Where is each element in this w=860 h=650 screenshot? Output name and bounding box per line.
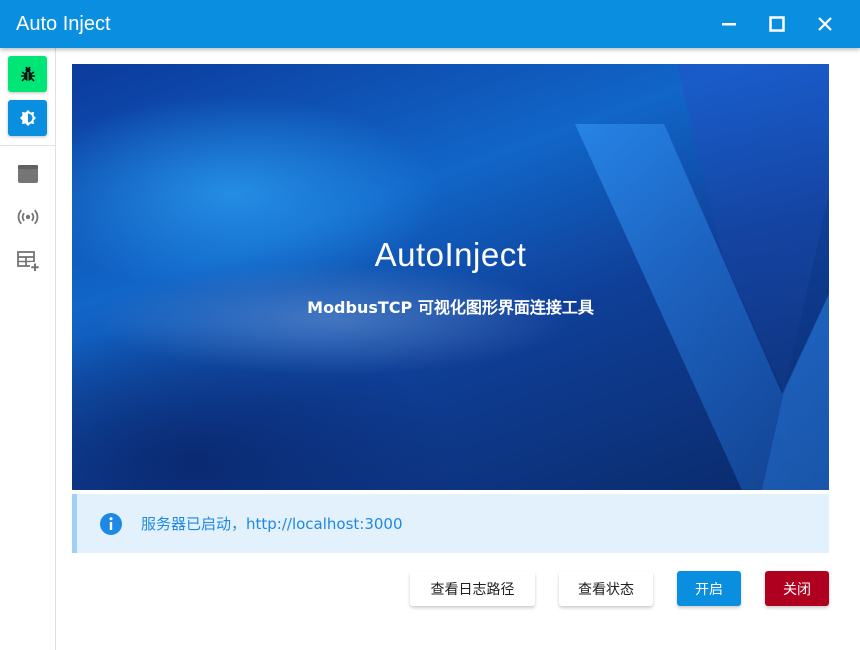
broadcast-icon	[17, 209, 39, 225]
maximize-button[interactable]	[761, 8, 793, 40]
minimize-button[interactable]	[713, 8, 745, 40]
close-button[interactable]	[809, 8, 841, 40]
minimize-icon	[722, 23, 736, 26]
window-icon	[18, 165, 38, 183]
sidebar	[0, 48, 56, 650]
sidebar-item-broadcast[interactable]	[8, 201, 48, 233]
bug-icon	[20, 66, 35, 82]
view-log-path-button[interactable]: 查看日志路径	[410, 571, 535, 606]
sidebar-divider	[0, 145, 56, 146]
theme-toggle-button[interactable]	[8, 100, 47, 136]
info-icon	[100, 512, 122, 535]
app-title: Auto Inject	[16, 13, 111, 35]
server-status-alert: 服务器已启动，http://localhost:3000	[72, 494, 829, 553]
brightness-icon	[19, 110, 36, 126]
view-status-button[interactable]: 查看状态	[559, 571, 653, 606]
banner-title: AutoInject	[374, 236, 527, 273]
sidebar-item-table-add[interactable]	[8, 245, 48, 277]
title-bar: Auto Inject	[0, 0, 860, 48]
banner-subtitle: ModbusTCP 可视化图形界面连接工具	[307, 298, 594, 317]
close-icon	[818, 17, 832, 31]
start-button[interactable]: 开启	[677, 571, 741, 606]
sidebar-item-window[interactable]	[8, 158, 48, 190]
table-add-icon	[17, 251, 40, 272]
debug-button[interactable]	[8, 56, 47, 92]
app-window: Auto Inject AutoInject ModbusTCP 可视化图形界面…	[0, 0, 860, 650]
hero-banner: AutoInject ModbusTCP 可视化图形界面连接工具	[72, 64, 829, 490]
alert-message: 服务器已启动，http://localhost:3000	[141, 515, 403, 533]
main-content: AutoInject ModbusTCP 可视化图形界面连接工具 服务器已启动，…	[56, 48, 860, 650]
stop-button[interactable]: 关闭	[765, 571, 829, 606]
maximize-icon	[769, 16, 785, 32]
banner-v-logo	[575, 64, 829, 490]
